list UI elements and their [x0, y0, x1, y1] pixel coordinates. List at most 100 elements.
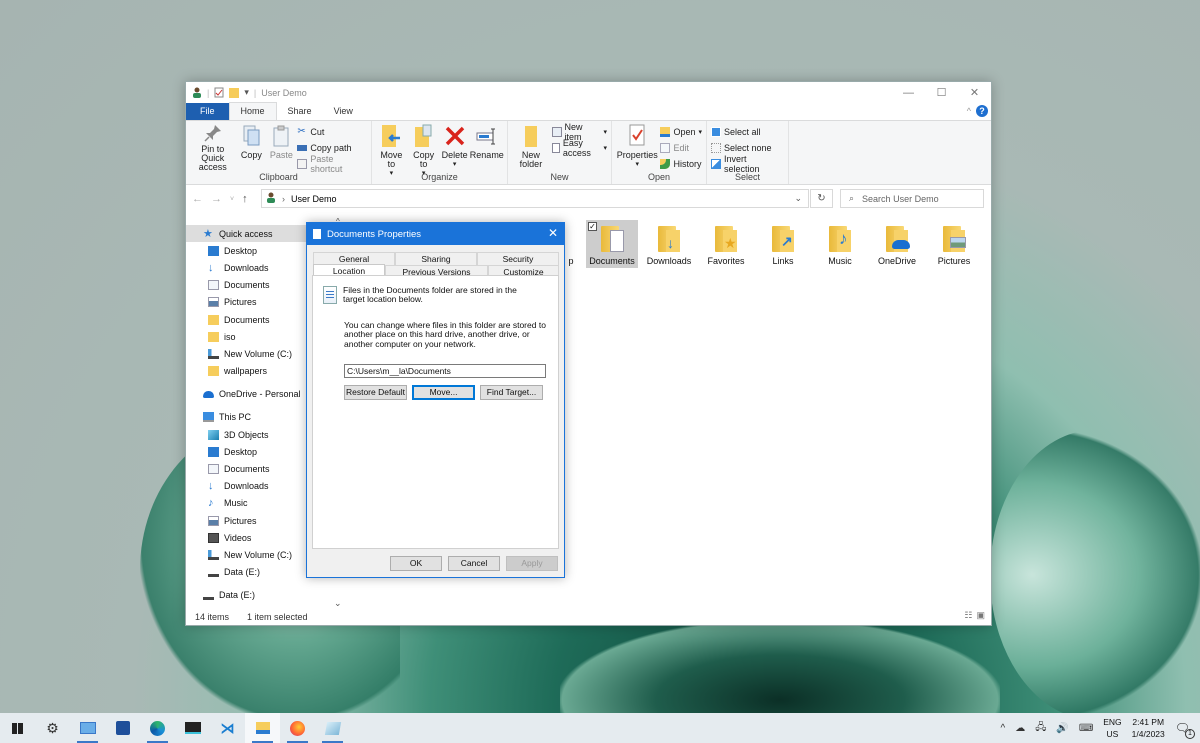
- properties-button[interactable]: Properties ▾: [616, 124, 658, 172]
- back-arrow-icon[interactable]: ←: [192, 193, 203, 205]
- minimize-ribbon-icon[interactable]: ^: [967, 106, 971, 116]
- large-icons-view-icon[interactable]: ▣: [976, 610, 985, 621]
- edit-button[interactable]: Edit: [660, 141, 702, 154]
- file-item-favorites[interactable]: ★ Favorites: [700, 220, 752, 268]
- documents-properties-dialog: Documents Properties ✕ General Sharing S…: [306, 222, 565, 578]
- taskbar-terminal[interactable]: [175, 713, 210, 743]
- file-item-onedrive[interactable]: OneDrive: [871, 220, 923, 268]
- refresh-button[interactable]: ↻: [810, 189, 833, 208]
- tab-share[interactable]: Share: [277, 103, 323, 120]
- touch-keyboard-icon[interactable]: ⌨: [1079, 723, 1093, 734]
- language-indicator[interactable]: ENG US: [1103, 716, 1121, 740]
- tab-sharing[interactable]: Sharing: [395, 252, 477, 265]
- copy-button[interactable]: Copy: [237, 124, 265, 172]
- network-icon[interactable]: 🖧: [1035, 720, 1046, 737]
- move-button[interactable]: Move...: [412, 384, 475, 400]
- forward-arrow-icon[interactable]: →: [211, 193, 222, 205]
- taskbar-vscode[interactable]: ⋊: [210, 713, 245, 743]
- close-button[interactable]: ✕: [958, 82, 991, 103]
- customize-quick-access-icon[interactable]: ▾: [244, 87, 249, 98]
- ribbon-tabs: File Home Share View ^ ?: [186, 102, 991, 120]
- music-folder-icon: ♪: [827, 224, 853, 252]
- properties-quick-icon[interactable]: [214, 87, 224, 98]
- nav-data-e[interactable]: Data (E:): [186, 587, 348, 604]
- maximize-button[interactable]: ☐: [925, 82, 958, 103]
- ok-button[interactable]: OK: [390, 556, 442, 571]
- download-arrow-icon: ↓: [208, 261, 214, 274]
- apply-button[interactable]: Apply: [506, 556, 558, 571]
- notification-center-button[interactable]: 🗨 1: [1175, 721, 1195, 739]
- video-icon: [208, 532, 219, 543]
- taskbar-firefox[interactable]: [280, 713, 315, 743]
- store-icon: [115, 721, 130, 735]
- cancel-button[interactable]: Cancel: [448, 556, 500, 571]
- history-button[interactable]: History: [660, 157, 702, 170]
- paste-shortcut-button[interactable]: Paste shortcut: [297, 154, 367, 174]
- restore-default-button[interactable]: Restore Default: [344, 384, 407, 400]
- dialog-close-button[interactable]: ✕: [548, 226, 558, 240]
- tab-home[interactable]: Home: [228, 102, 277, 120]
- clock[interactable]: 2:41 PM 1/4/2023: [1132, 716, 1165, 740]
- location-path-input[interactable]: C:\Users\m__la\Documents: [344, 363, 546, 378]
- file-item-links[interactable]: ↗ Links: [757, 220, 809, 268]
- easy-access-button[interactable]: Easy access ▾: [551, 138, 607, 158]
- file-item-music[interactable]: ♪ Music: [814, 220, 866, 268]
- help-icon[interactable]: ?: [976, 105, 988, 117]
- rename-button[interactable]: Rename: [470, 124, 504, 172]
- pin-icon: [202, 124, 224, 142]
- folder-icon: [208, 331, 219, 342]
- new-item-icon: [551, 126, 562, 137]
- copy-to-button[interactable]: Copy to ▾: [409, 124, 439, 177]
- details-view-icon[interactable]: ☷: [964, 610, 972, 621]
- address-dropdown-icon[interactable]: ⌄: [794, 193, 802, 204]
- search-box[interactable]: ⌕ Search User Demo: [840, 189, 984, 208]
- select-none-button[interactable]: Select none: [711, 141, 784, 154]
- file-item-downloads[interactable]: ↓ Downloads: [643, 220, 695, 268]
- open-button[interactable]: Open ▾: [660, 125, 702, 138]
- search-input[interactable]: Search User Demo: [862, 194, 939, 204]
- breadcrumb-separator-icon[interactable]: ›: [282, 194, 285, 204]
- properties-icon: [626, 124, 648, 148]
- cut-button[interactable]: ✂ Cut: [297, 125, 367, 138]
- new-folder-button[interactable]: New folder: [512, 124, 550, 172]
- select-all-button[interactable]: Select all: [711, 125, 784, 138]
- file-item-pictures[interactable]: Pictures: [928, 220, 980, 268]
- delete-button[interactable]: Delete ▾: [441, 124, 469, 172]
- taskbar-notepad[interactable]: [315, 713, 350, 743]
- find-target-button[interactable]: Find Target...: [480, 384, 543, 400]
- location-description: You can change where files in this folde…: [344, 320, 546, 349]
- pin-to-quick-access-button[interactable]: Pin to Quick access: [190, 124, 235, 172]
- control-panel-icon: [79, 722, 96, 734]
- taskbar-settings[interactable]: ⚙: [35, 713, 70, 743]
- system-tray: ^ ☁ 🖧 🔊 ⌨ ENG US 2:41 PM 1/4/2023 🗨 1: [1001, 713, 1200, 743]
- file-item-documents[interactable]: ✓ Documents: [586, 220, 638, 268]
- tab-security[interactable]: Security: [477, 252, 559, 265]
- select-group: Select all Select none Invert selection …: [707, 121, 789, 184]
- new-item-button[interactable]: New item ▾: [551, 122, 607, 142]
- move-to-button[interactable]: Move to ▾: [376, 124, 407, 177]
- address-bar[interactable]: › User Demo ⌄: [261, 189, 809, 208]
- onedrive-cloud-icon[interactable]: ☁: [1015, 723, 1025, 734]
- invert-selection-button[interactable]: Invert selection: [711, 154, 784, 174]
- taskbar-microsoft-store[interactable]: [105, 713, 140, 743]
- file-item-partial[interactable]: p: [566, 220, 586, 268]
- checkbox-icon[interactable]: ✓: [588, 222, 597, 231]
- paste-button[interactable]: Paste: [267, 124, 295, 172]
- taskbar-control-panel[interactable]: [70, 713, 105, 743]
- start-button[interactable]: [0, 713, 35, 743]
- volume-icon[interactable]: 🔊: [1056, 723, 1068, 734]
- new-folder-quick-icon[interactable]: [229, 87, 240, 98]
- breadcrumb-user-demo[interactable]: User Demo: [291, 194, 337, 204]
- tab-view[interactable]: View: [323, 103, 364, 120]
- up-arrow-icon[interactable]: ↑: [242, 193, 248, 205]
- file-explorer-icon: [255, 722, 270, 734]
- copy-path-button[interactable]: Copy path: [297, 141, 367, 154]
- taskbar-edge[interactable]: [140, 713, 175, 743]
- recent-locations-chevron-icon[interactable]: ˅: [230, 196, 234, 203]
- tab-file[interactable]: File: [186, 103, 229, 120]
- selection-count: 1 item selected: [247, 612, 308, 622]
- scroll-down-icon[interactable]: ⌄: [334, 598, 342, 609]
- minimize-button[interactable]: —: [892, 82, 925, 103]
- show-hidden-icons-chevron-icon[interactable]: ^: [1001, 723, 1006, 734]
- taskbar-file-explorer[interactable]: [245, 713, 280, 743]
